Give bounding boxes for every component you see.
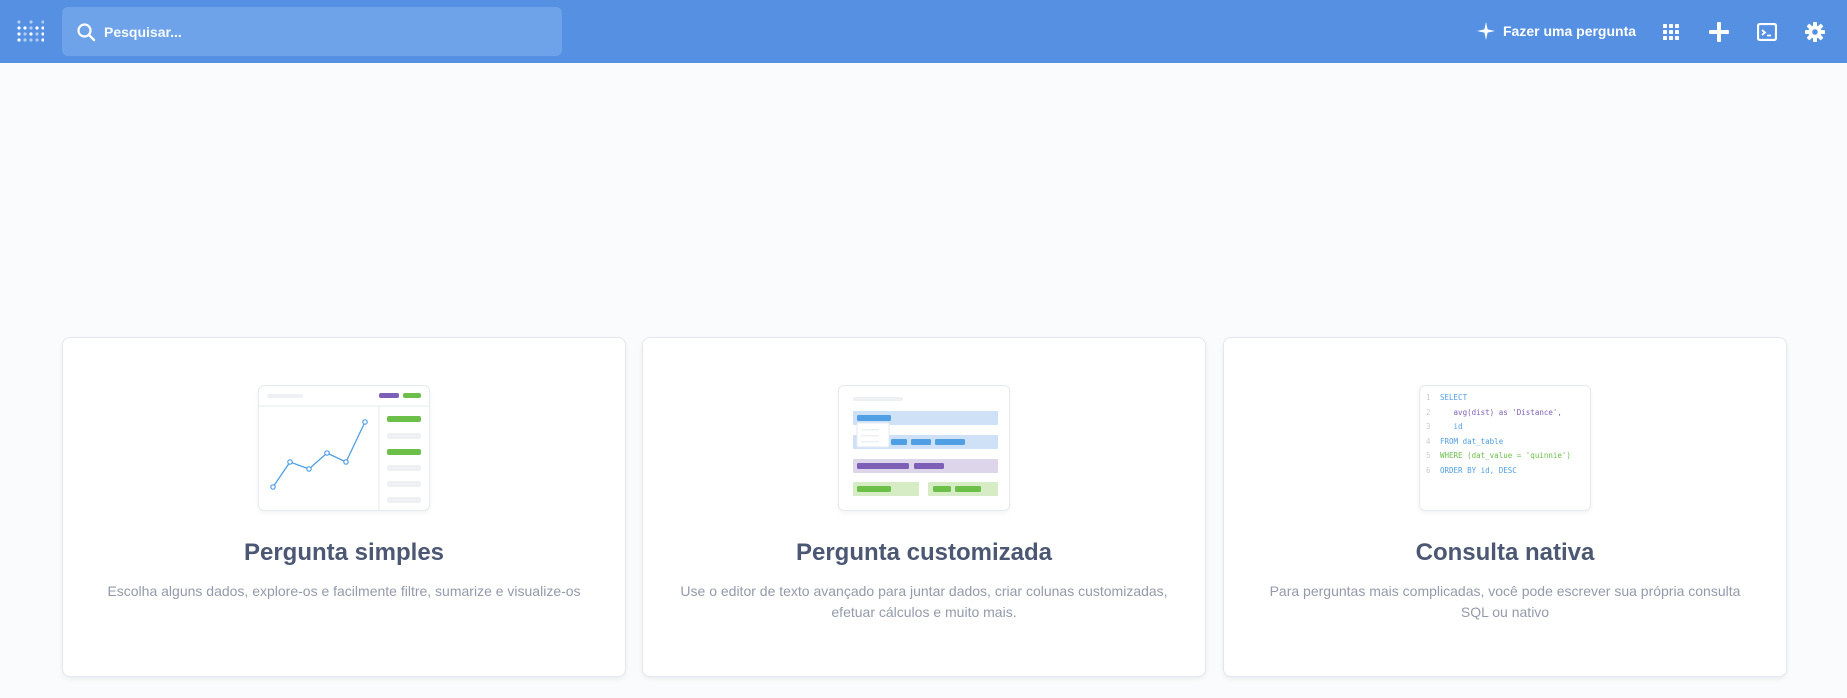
notebook-editor-illustration	[838, 385, 1010, 511]
sql-code-illustration: 1 SELECT 2 avg(dist) as 'Distance', 3 id …	[1419, 385, 1591, 511]
card-title: Consulta nativa	[1415, 539, 1595, 566]
sparkle-icon	[1477, 22, 1495, 40]
native-query-card[interactable]: 1 SELECT 2 avg(dist) as 'Distance', 3 id …	[1223, 337, 1787, 677]
code-line: 3 id	[1426, 422, 1463, 431]
custom-question-card[interactable]: Pergunta customizada Use o editor de tex…	[642, 337, 1206, 677]
top-navigation-bar: Pesquisar... Fazer uma pergunta	[0, 0, 1847, 63]
code-line: 1 SELECT	[1426, 393, 1468, 402]
card-title: Pergunta simples	[243, 539, 445, 566]
plus-icon	[1709, 22, 1729, 42]
ask-question-label: Fazer uma pergunta	[1503, 23, 1637, 39]
ask-question-button[interactable]: Fazer uma pergunta	[1477, 18, 1636, 44]
browse-grid-button[interactable]	[1658, 19, 1684, 45]
card-title: Pergunta customizada	[795, 539, 1053, 566]
code-line: 2 avg(dist) as 'Distance',	[1426, 407, 1562, 417]
settings-button[interactable]	[1802, 19, 1828, 45]
line-chart-illustration	[258, 385, 430, 511]
metabase-logo-icon[interactable]	[16, 19, 44, 47]
code-line: 5 WHERE (dat_value = 'quinnie')	[1426, 451, 1571, 460]
search-icon	[77, 22, 96, 41]
search-placeholder: Pesquisar...	[104, 23, 182, 40]
create-new-button[interactable]	[1706, 19, 1732, 45]
code-line: 6 ORDER BY id, DESC	[1426, 465, 1517, 475]
sql-editor-button[interactable]	[1754, 19, 1780, 45]
card-description: Para perguntas mais complicadas, você po…	[1269, 583, 1741, 620]
gear-icon	[1805, 22, 1825, 42]
card-description: Use o editor de texto avançado para junt…	[680, 583, 1168, 620]
card-description: Escolha alguns dados, explore-os e facil…	[107, 583, 581, 599]
search-bar[interactable]: Pesquisar...	[62, 7, 562, 56]
simple-question-card[interactable]: Pergunta simples Escolha alguns dados, e…	[62, 337, 626, 677]
sql-editor-icon	[1757, 23, 1777, 41]
grid-icon	[1663, 24, 1679, 40]
code-line: 4 FROM dat_table	[1426, 436, 1504, 446]
